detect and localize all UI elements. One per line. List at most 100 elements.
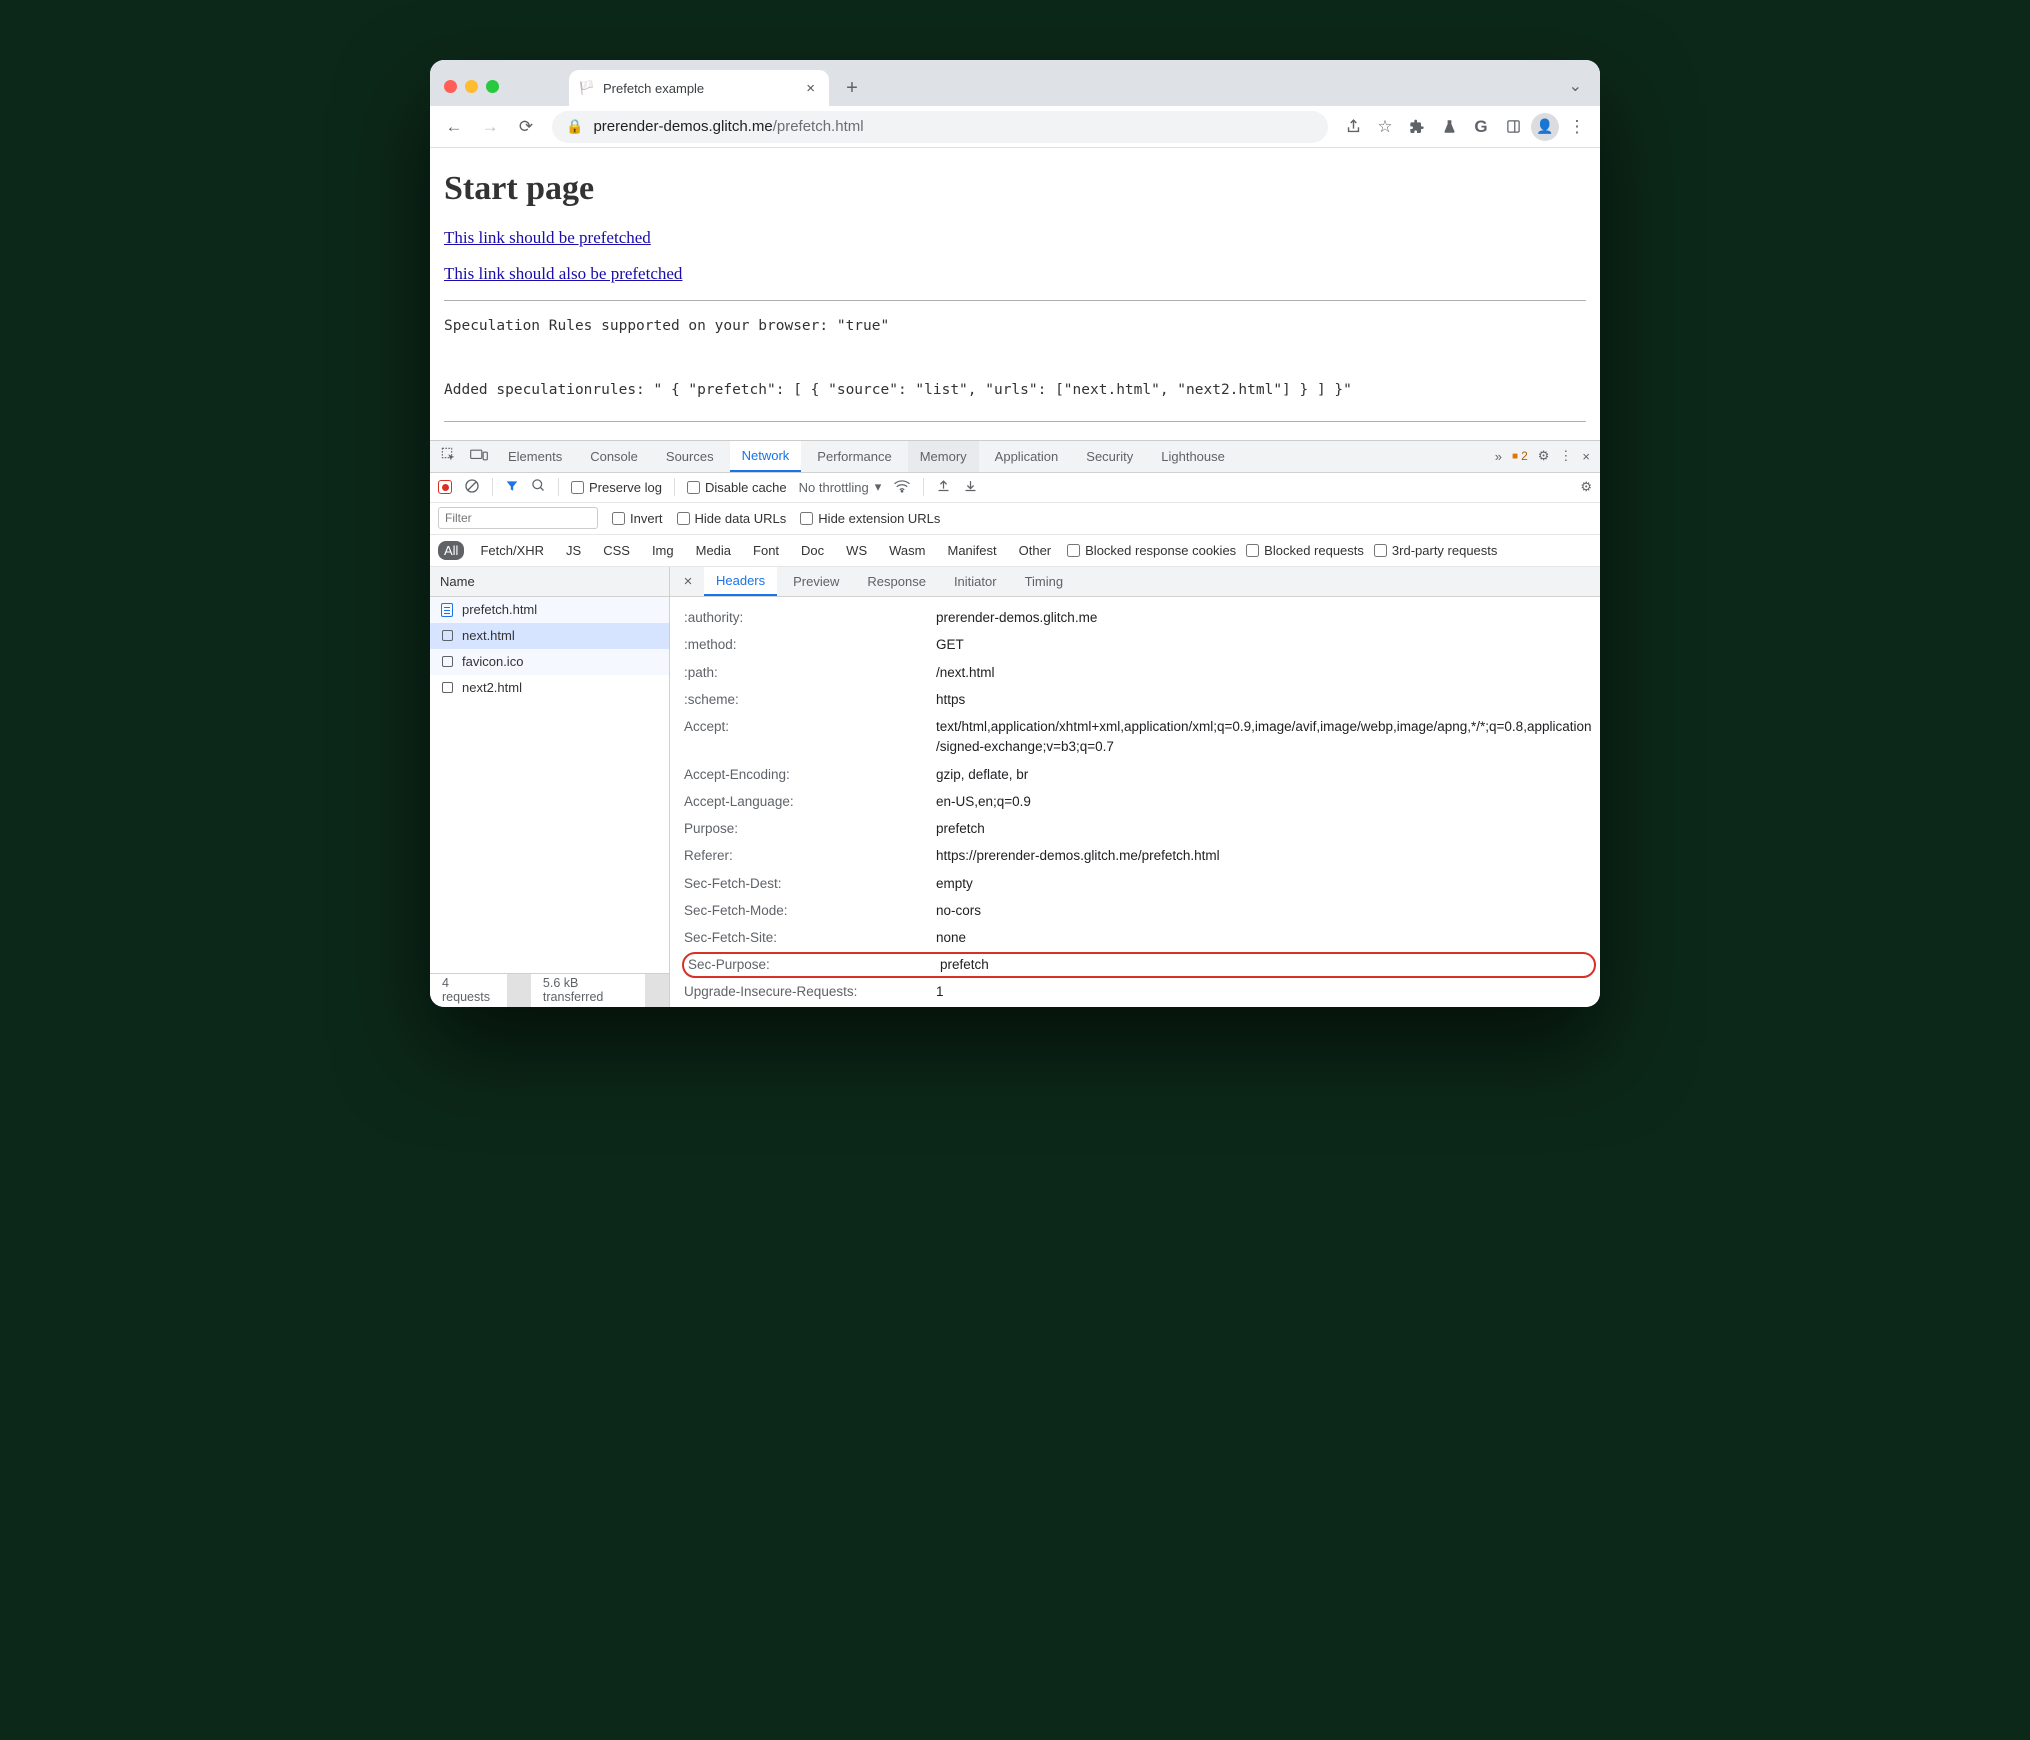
type-img[interactable]: Img [646, 541, 680, 560]
tab-lighthouse[interactable]: Lighthouse [1149, 441, 1237, 472]
titlebar: 🏳️ Prefetch example × + ⌄ [430, 60, 1600, 106]
browser-toolbar: ← → ⟳ 🔒 prerender-demos.glitch.me/prefet… [430, 106, 1600, 148]
maximize-window-button[interactable] [486, 80, 499, 93]
google-icon[interactable]: G [1466, 111, 1496, 143]
filter-input[interactable] [438, 507, 598, 529]
devtools-menu-button[interactable]: ⋮ [1559, 448, 1572, 464]
warnings-badge[interactable]: 2 [1512, 449, 1528, 463]
close-tab-button[interactable]: × [802, 80, 819, 97]
filter-icon[interactable] [505, 479, 519, 496]
close-detail-button[interactable]: × [676, 573, 700, 590]
labs-icon[interactable] [1434, 111, 1464, 143]
code-output: Speculation Rules supported on your brow… [444, 311, 1586, 407]
header-value: prefetch [940, 955, 1586, 975]
tab-sources[interactable]: Sources [654, 441, 726, 472]
request-name: next2.html [462, 680, 522, 695]
type-all[interactable]: All [438, 541, 464, 560]
settings-icon[interactable]: ⚙ [1538, 448, 1550, 464]
toolbar-actions: ☆ G 👤 ⋮ [1338, 111, 1592, 143]
disable-cache-checkbox[interactable]: Disable cache [687, 480, 787, 495]
tab-title: Prefetch example [603, 81, 704, 96]
tab-console[interactable]: Console [578, 441, 650, 472]
tab-security[interactable]: Security [1074, 441, 1145, 472]
network-settings-icon[interactable]: ⚙ [1580, 479, 1592, 495]
hide-extension-urls-checkbox[interactable]: Hide extension URLs [800, 511, 940, 526]
more-tabs-button[interactable]: » [1495, 449, 1502, 464]
tab-memory[interactable]: Memory [908, 441, 979, 472]
hide-data-urls-checkbox[interactable]: Hide data URLs [677, 511, 787, 526]
header-row: Upgrade-Insecure-Requests:1 [678, 978, 1600, 1005]
prefetch-link-1[interactable]: This link should be prefetched [444, 228, 651, 247]
type-doc[interactable]: Doc [795, 541, 830, 560]
type-wasm[interactable]: Wasm [883, 541, 931, 560]
tab-application[interactable]: Application [983, 441, 1071, 472]
address-bar[interactable]: 🔒 prerender-demos.glitch.me/prefetch.htm… [552, 111, 1328, 143]
type-css[interactable]: CSS [597, 541, 636, 560]
type-filter-row: All Fetch/XHR JS CSS Img Media Font Doc … [430, 535, 1600, 567]
device-icon[interactable] [466, 448, 492, 465]
detail-tab-initiator[interactable]: Initiator [942, 567, 1009, 596]
lock-icon: 🔒 [566, 118, 583, 135]
header-key: Sec-Fetch-Mode: [684, 901, 936, 921]
extensions-icon[interactable] [1402, 111, 1432, 143]
prefetch-link-2[interactable]: This link should also be prefetched [444, 264, 682, 283]
search-icon[interactable] [531, 478, 546, 496]
header-key: :authority: [684, 608, 936, 628]
third-party-checkbox[interactable]: 3rd-party requests [1374, 543, 1498, 558]
header-row: Purpose:prefetch [678, 816, 1600, 843]
blocked-cookies-checkbox[interactable]: Blocked response cookies [1067, 543, 1236, 558]
reader-icon[interactable] [1498, 111, 1528, 143]
close-devtools-button[interactable]: × [1582, 449, 1590, 464]
new-tab-button[interactable]: + [837, 77, 867, 106]
share-icon[interactable] [1338, 111, 1368, 143]
forward-button[interactable]: → [474, 111, 506, 143]
blocked-requests-checkbox[interactable]: Blocked requests [1246, 543, 1364, 558]
header-value: https://prerender-demos.glitch.me/prefet… [936, 846, 1592, 866]
file-icon [440, 655, 454, 669]
upload-icon[interactable] [936, 478, 951, 496]
type-fetch[interactable]: Fetch/XHR [474, 541, 550, 560]
header-row: :path:/next.html [678, 659, 1600, 686]
back-button[interactable]: ← [438, 111, 470, 143]
header-value: empty [936, 874, 1592, 894]
throttling-select[interactable]: No throttling ▾ [799, 479, 882, 495]
wifi-icon[interactable] [893, 479, 911, 496]
url-path: /prefetch.html [773, 118, 864, 135]
preserve-log-checkbox[interactable]: Preserve log [571, 480, 662, 495]
tab-performance[interactable]: Performance [805, 441, 903, 472]
bookmark-icon[interactable]: ☆ [1370, 111, 1400, 143]
request-row[interactable]: prefetch.html [430, 597, 669, 623]
type-font[interactable]: Font [747, 541, 785, 560]
header-row: :method:GET [678, 632, 1600, 659]
close-window-button[interactable] [444, 80, 457, 93]
menu-button[interactable]: ⋮ [1562, 111, 1592, 143]
detail-tab-response[interactable]: Response [855, 567, 938, 596]
type-other[interactable]: Other [1013, 541, 1058, 560]
name-column-header[interactable]: Name [430, 567, 669, 597]
detail-tab-preview[interactable]: Preview [781, 567, 851, 596]
browser-tab[interactable]: 🏳️ Prefetch example × [569, 70, 829, 106]
reload-button[interactable]: ⟳ [510, 111, 542, 143]
download-icon[interactable] [963, 478, 978, 496]
detail-tab-headers[interactable]: Headers [704, 567, 777, 596]
page-content: Start page This link should be prefetche… [430, 148, 1600, 440]
request-row[interactable]: next2.html [430, 675, 669, 701]
inspect-icon[interactable] [436, 447, 462, 466]
profile-button[interactable]: 👤 [1530, 111, 1560, 143]
type-ws[interactable]: WS [840, 541, 873, 560]
tabs-overflow-button[interactable]: ⌄ [1569, 76, 1582, 106]
tab-network[interactable]: Network [730, 441, 802, 472]
type-media[interactable]: Media [690, 541, 737, 560]
detail-tab-timing[interactable]: Timing [1013, 567, 1076, 596]
request-row[interactable]: next.html [430, 623, 669, 649]
invert-checkbox[interactable]: Invert [612, 511, 663, 526]
minimize-window-button[interactable] [465, 80, 478, 93]
request-row[interactable]: favicon.ico [430, 649, 669, 675]
header-row: Accept-Language:en-US,en;q=0.9 [678, 788, 1600, 815]
type-js[interactable]: JS [560, 541, 587, 560]
header-value: 1 [936, 982, 1592, 1002]
tab-elements[interactable]: Elements [496, 441, 574, 472]
clear-button[interactable] [464, 478, 480, 497]
record-button[interactable] [438, 480, 452, 494]
type-manifest[interactable]: Manifest [941, 541, 1002, 560]
